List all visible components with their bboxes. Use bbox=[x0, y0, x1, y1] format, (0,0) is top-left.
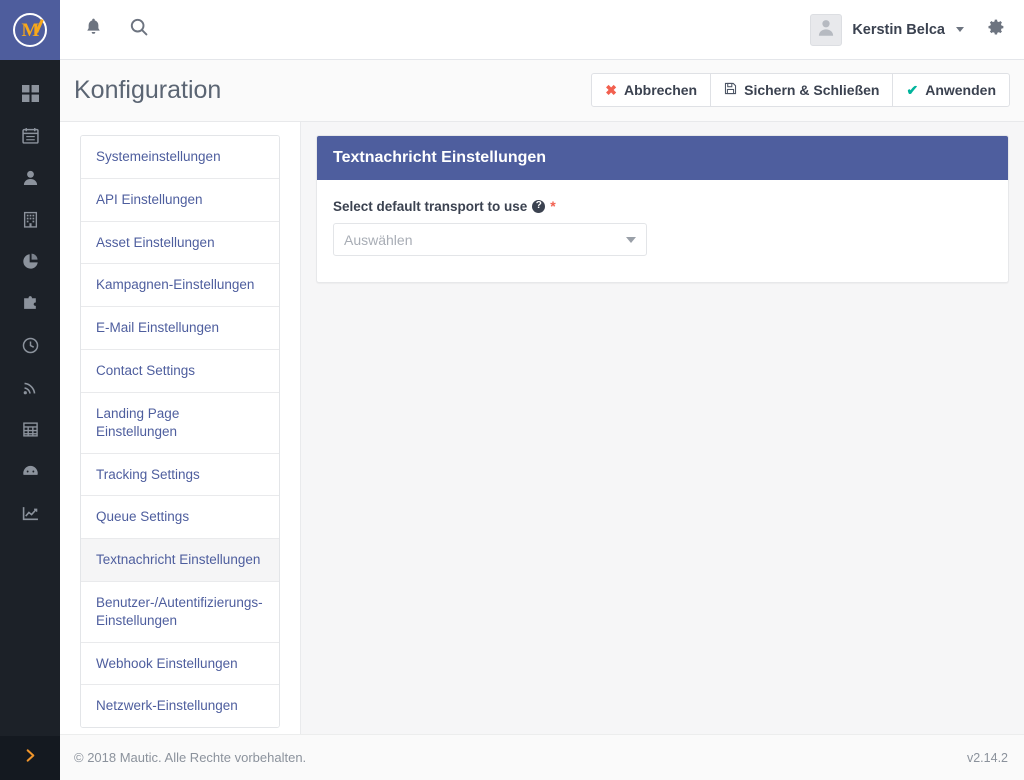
sidebar-item-webhook-einstellungen[interactable]: Webhook Einstellungen bbox=[81, 642, 279, 686]
bell-icon bbox=[85, 18, 102, 41]
line-chart-icon bbox=[22, 505, 39, 522]
company-icon bbox=[22, 211, 39, 228]
rail-expand-toggle[interactable] bbox=[0, 736, 60, 780]
avatar[interactable] bbox=[810, 13, 843, 46]
user-menu-name[interactable]: Kerstin Belca bbox=[852, 22, 945, 38]
rail-item-list bbox=[0, 60, 60, 736]
cancel-button-label: Abbrechen bbox=[623, 82, 698, 98]
gear-icon bbox=[986, 18, 1005, 42]
transport-field-label-text: Select default transport to use bbox=[333, 198, 528, 214]
sidebar-item-textnachricht-einstellungen[interactable]: Textnachricht Einstellungen bbox=[81, 539, 279, 582]
save-and-close-button[interactable]: Sichern & Schließen bbox=[710, 73, 894, 107]
sidebar-item-email-einstellungen[interactable]: E-Mail Einstellungen bbox=[81, 307, 279, 351]
transport-select-value: Auswählen bbox=[344, 231, 413, 248]
chevron-right-icon bbox=[23, 748, 38, 768]
notifications-button[interactable] bbox=[74, 11, 112, 49]
check-icon: ✔ bbox=[906, 81, 919, 98]
clock-icon bbox=[22, 337, 39, 354]
sidebar-item-tracking-settings[interactable]: Tracking Settings bbox=[81, 453, 279, 497]
rail-item-plugins[interactable] bbox=[0, 282, 60, 324]
pie-chart-icon bbox=[22, 253, 39, 270]
rail-item-dashboard[interactable] bbox=[0, 72, 60, 114]
panel-title: Textnachricht Einstellungen bbox=[317, 136, 1008, 180]
transport-field-label: Select default transport to use ? * bbox=[333, 198, 992, 214]
footer-copyright: © 2018 Mautic. Alle Rechte vorbehalten. bbox=[74, 750, 307, 765]
textnachricht-settings-panel: Textnachricht Einstellungen Select defau… bbox=[316, 135, 1009, 283]
page-title: Konfiguration bbox=[74, 76, 222, 104]
top-bar: Kerstin Belca bbox=[60, 0, 1024, 60]
sidebar-item-netzwerk-einstellungen[interactable]: Netzwerk-Einstellungen bbox=[81, 685, 279, 728]
rail-item-analytics[interactable] bbox=[0, 492, 60, 534]
page-action-buttons: ✖ Abbrechen Sichern & Schließen ✔ Anwend… bbox=[591, 73, 1010, 107]
transport-select[interactable]: Auswählen bbox=[333, 223, 647, 256]
gauge-icon bbox=[22, 463, 39, 480]
sidebar-item-systemeinstellungen[interactable]: Systemeinstellungen bbox=[81, 136, 279, 179]
required-marker: * bbox=[550, 198, 556, 214]
logo-circle: M bbox=[13, 13, 47, 47]
sidebar-item-asset-einstellungen[interactable]: Asset Einstellungen bbox=[81, 221, 279, 265]
top-bar-right-actions: Kerstin Belca bbox=[810, 13, 1024, 46]
chevron-down-icon[interactable] bbox=[956, 27, 964, 32]
app-root: M Kerstin Belca Konfiguration ✖ Abbreche… bbox=[0, 0, 1024, 780]
rail-item-forms[interactable] bbox=[0, 408, 60, 450]
rail-item-feed[interactable] bbox=[0, 366, 60, 408]
help-icon[interactable]: ? bbox=[532, 199, 546, 213]
config-form-column: Textnachricht Einstellungen Select defau… bbox=[301, 122, 1024, 734]
sidebar-item-kampagnen-einstellungen[interactable]: Kampagnen-Einstellungen bbox=[81, 264, 279, 308]
search-button[interactable] bbox=[120, 11, 158, 49]
sidebar-item-benutzer-authentifizierungs-einstellungen[interactable]: Benutzer-/Autentifizierungs-Einstellunge… bbox=[81, 581, 279, 643]
rail-item-contacts[interactable] bbox=[0, 156, 60, 198]
cancel-button[interactable]: ✖ Abbrechen bbox=[591, 73, 712, 107]
dashboard-icon bbox=[21, 84, 39, 102]
rss-icon bbox=[22, 379, 39, 396]
panel-body: Select default transport to use ? * Ausw… bbox=[317, 180, 1008, 282]
mautic-logo[interactable]: M bbox=[0, 0, 60, 60]
rail-item-companies[interactable] bbox=[0, 198, 60, 240]
sidebar-item-contact-settings[interactable]: Contact Settings bbox=[81, 350, 279, 393]
main-navigation-rail: M bbox=[0, 0, 60, 780]
rail-item-reports-pie[interactable] bbox=[0, 240, 60, 282]
rail-item-calendar[interactable] bbox=[0, 114, 60, 156]
table-icon bbox=[22, 421, 39, 438]
chevron-down-icon bbox=[626, 236, 636, 243]
sidebar-item-queue-settings[interactable]: Queue Settings bbox=[81, 496, 279, 540]
sidebar-item-landing-page-einstellungen[interactable]: Landing Page Einstellungen bbox=[81, 392, 279, 454]
rail-item-performance[interactable] bbox=[0, 450, 60, 492]
calendar-icon bbox=[21, 127, 39, 144]
apply-button[interactable]: ✔ Anwenden bbox=[892, 73, 1010, 107]
apply-button-label: Anwenden bbox=[925, 82, 996, 98]
save-icon bbox=[724, 82, 737, 98]
settings-button[interactable] bbox=[980, 15, 1010, 45]
sidebar-item-api-einstellungen[interactable]: API Einstellungen bbox=[81, 178, 279, 222]
close-icon: ✖ bbox=[605, 81, 617, 98]
search-icon bbox=[130, 18, 148, 41]
page-footer: © 2018 Mautic. Alle Rechte vorbehalten. … bbox=[60, 734, 1024, 780]
content-area: Systemeinstellungen API Einstellungen As… bbox=[60, 122, 1024, 734]
page-header: Konfiguration ✖ Abbrechen Sichern & Schl… bbox=[60, 60, 1024, 122]
config-nav-column: Systemeinstellungen API Einstellungen As… bbox=[60, 122, 301, 734]
user-avatar-icon bbox=[816, 17, 836, 42]
rail-item-history[interactable] bbox=[0, 324, 60, 366]
puzzle-icon bbox=[22, 295, 39, 312]
config-nav-list: Systemeinstellungen API Einstellungen As… bbox=[80, 135, 280, 729]
save-and-close-button-label: Sichern & Schließen bbox=[744, 82, 880, 98]
footer-version: v2.14.2 bbox=[966, 750, 1008, 765]
contacts-icon bbox=[22, 169, 39, 186]
top-bar-left-actions bbox=[60, 11, 158, 49]
